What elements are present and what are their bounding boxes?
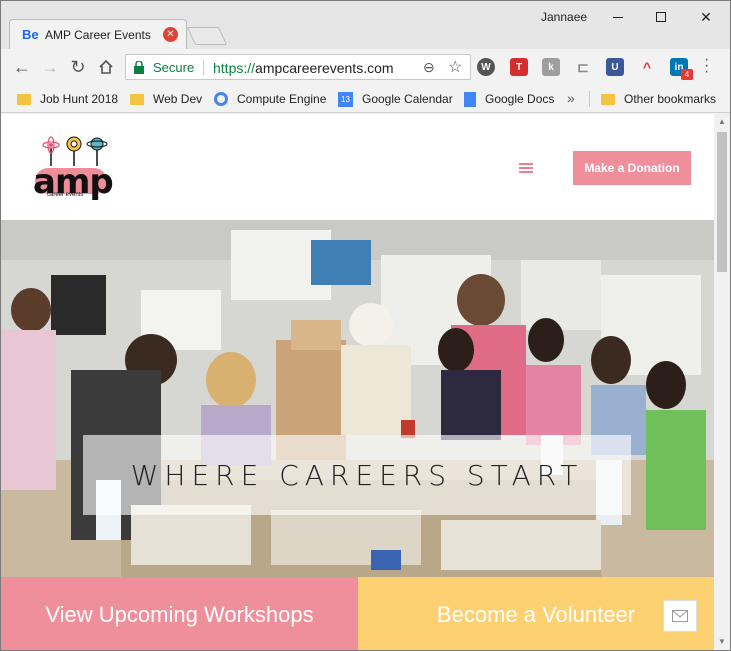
hero-title: WHERE CAREERS START	[130, 458, 584, 492]
close-icon: ✕	[700, 8, 712, 25]
bookmark-web-dev[interactable]: Web Dev	[130, 91, 202, 107]
bookmark-star-icon[interactable]: ☆	[448, 57, 462, 77]
mail-icon[interactable]	[663, 600, 697, 632]
bookmark-label: Google Docs	[485, 92, 555, 106]
view-workshops-button[interactable]: View Upcoming Workshops	[1, 577, 358, 650]
url-scheme: https://	[213, 60, 256, 76]
zoom-icon[interactable]: ⊖	[423, 59, 435, 76]
folder-icon	[17, 93, 31, 105]
t-extension-icon[interactable]: T	[510, 58, 528, 76]
envelope-icon	[672, 610, 688, 622]
page-viewport: amp career events Make a Donation WHERE …	[1, 114, 714, 650]
reload-icon: ↻	[70, 56, 86, 77]
hamburger-menu-icon[interactable]	[519, 163, 533, 174]
omnibox-divider	[203, 60, 204, 75]
become-volunteer-button[interactable]: Become a Volunteer	[358, 577, 714, 650]
bookmark-label: Other bookmarks	[624, 92, 717, 106]
new-tab-button[interactable]	[186, 27, 228, 45]
maximize-icon	[656, 12, 666, 22]
bookmark-job-hunt[interactable]: Job Hunt 2018	[17, 91, 118, 107]
forward-button[interactable]: →	[39, 56, 61, 78]
bookmark-label: Compute Engine	[237, 92, 327, 106]
bookmarks-overflow-button[interactable]: »	[567, 90, 575, 106]
hero-image: WHERE CAREERS START	[1, 220, 714, 577]
bookmark-label: Web Dev	[153, 92, 203, 106]
chrome-menu-icon[interactable]: · · ·	[704, 52, 709, 80]
bookmark-google-docs[interactable]: Google Docs	[464, 91, 554, 107]
profile-name[interactable]: Jannaee	[541, 10, 587, 24]
bookmarks-bar: Job Hunt 2018 Web Dev Compute Engine 13 G…	[1, 85, 730, 113]
url-text[interactable]: https://ampcareerevents.com	[213, 60, 394, 76]
page-scrollbar[interactable]: ▲ ▼	[714, 114, 730, 650]
minimize-button[interactable]	[596, 5, 640, 29]
classroom-photo	[1, 220, 714, 577]
behance-favicon-icon: Be	[22, 27, 39, 42]
bookmark-compute-engine[interactable]: Compute Engine	[214, 91, 326, 107]
scroll-up-icon[interactable]: ▲	[718, 117, 726, 126]
tab-close-icon[interactable]: ✕	[163, 27, 178, 42]
bookmarks-divider	[589, 91, 590, 107]
site-header: amp career events Make a Donation	[1, 114, 714, 220]
back-button[interactable]: ←	[11, 56, 33, 78]
folder-icon	[601, 93, 615, 105]
lock-icon	[134, 61, 144, 74]
other-bookmarks[interactable]: Other bookmarks	[601, 91, 716, 107]
scroll-thumb[interactable]	[717, 132, 727, 272]
secure-label: Secure	[153, 60, 195, 75]
arrow-right-icon: →	[41, 56, 59, 77]
tab-title: AMP Career Events	[45, 28, 151, 42]
address-bar[interactable]: Secure https://ampcareerevents.com ⊖ ☆	[125, 54, 471, 80]
maximize-button[interactable]	[639, 5, 683, 29]
browser-window: Be AMP Career Events ✕ Jannaee ✕ ← → ↻ S…	[0, 0, 731, 651]
title-bar: Be AMP Career Events ✕ Jannaee ✕	[1, 1, 730, 49]
bookmark-label: Job Hunt 2018	[40, 92, 119, 106]
amp-logo[interactable]: amp career events	[31, 136, 115, 202]
donate-button[interactable]: Make a Donation	[573, 151, 691, 185]
u-extension-icon[interactable]: U	[606, 58, 624, 76]
k-extension-icon[interactable]: k	[542, 58, 560, 76]
home-button[interactable]	[95, 56, 117, 78]
bookmark-google-calendar[interactable]: 13 Google Calendar	[338, 91, 453, 107]
reload-button[interactable]: ↻	[67, 56, 89, 78]
folder-icon	[130, 93, 144, 105]
browser-toolbar: ← → ↻ Secure https://ampcareerevents.com…	[1, 49, 730, 85]
arc-extension-icon[interactable]: ^	[638, 58, 656, 76]
arrow-left-icon: ←	[13, 56, 31, 77]
minimize-icon	[613, 16, 623, 18]
bookmark-label: Google Calendar	[362, 92, 453, 106]
url-host: ampcareerevents.com	[255, 60, 394, 76]
scroll-down-icon[interactable]: ▼	[718, 637, 726, 646]
browser-tab[interactable]: Be AMP Career Events ✕	[9, 19, 187, 49]
logo-subtitle: career events	[47, 192, 84, 198]
close-window-button[interactable]: ✕	[684, 5, 728, 29]
linkedin-badge: 4	[681, 69, 693, 80]
compute-engine-icon	[214, 92, 228, 106]
docs-icon	[464, 91, 476, 107]
c-extension-icon[interactable]: ⊏	[574, 58, 592, 76]
home-icon	[99, 59, 113, 74]
w-extension-icon[interactable]: W	[477, 58, 495, 76]
calendar-icon: 13	[338, 91, 353, 107]
